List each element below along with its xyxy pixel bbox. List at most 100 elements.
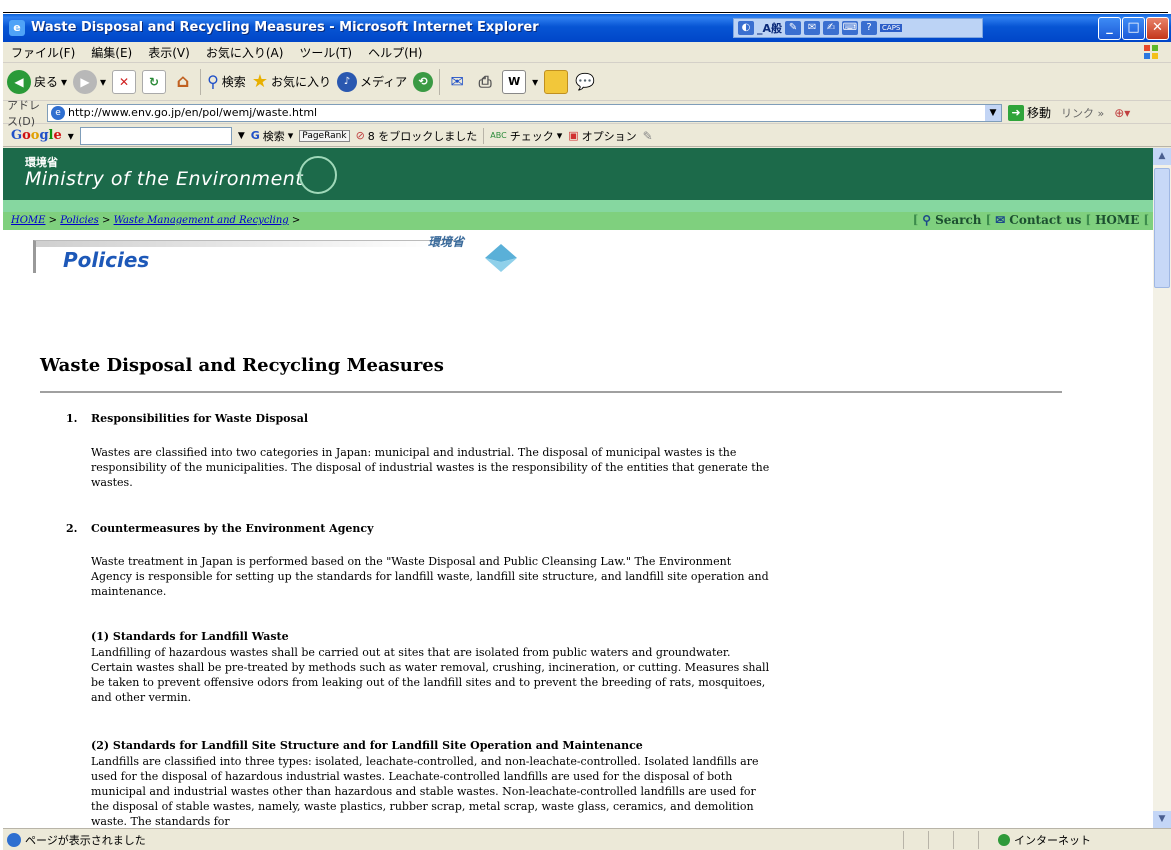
links-button[interactable]: リンク »	[1061, 105, 1104, 121]
section-1-paragraph: Wastes are classified into two categorie…	[91, 446, 770, 489]
security-zone: インターネット	[998, 832, 1091, 848]
window-title: Waste Disposal and Recycling Measures - …	[31, 20, 539, 35]
vertical-scrollbar[interactable]: ▲ ▼	[1153, 148, 1171, 828]
ministry-seal-text: 環境省	[428, 235, 465, 249]
google-logo[interactable]: Google	[11, 128, 62, 143]
edit-word-icon[interactable]: W	[502, 69, 527, 94]
highlighter-icon[interactable]: ✎	[643, 129, 653, 143]
internet-zone-icon	[998, 834, 1010, 846]
options-button[interactable]: ▣ オプション	[568, 128, 636, 144]
nav-bracket: [	[1085, 213, 1092, 227]
document-header-strip	[0, 0, 1171, 14]
scroll-down-icon[interactable]: ▼	[1153, 811, 1171, 828]
search-button[interactable]: ⚲ 検索	[207, 72, 246, 91]
subsection-2-title: (2) Standards for Landfill Site Structur…	[91, 739, 643, 752]
spell-check-label: チェック	[509, 129, 554, 143]
status-bar: ページが表示されました インターネット	[3, 828, 1171, 850]
messenger-icon[interactable]: 💬	[574, 71, 596, 93]
ime-keyboard-icon[interactable]: ⌨	[842, 21, 859, 35]
options-label: オプション	[581, 129, 637, 143]
status-divider	[903, 831, 904, 849]
page-loaded-icon	[7, 832, 21, 847]
stop-icon[interactable]: ✕	[112, 69, 137, 94]
nav-home[interactable]: HOME	[1095, 213, 1139, 227]
forward-arrow-icon: ▶	[73, 69, 98, 94]
google-search-dropdown-icon[interactable]: ▼	[238, 131, 245, 141]
google-search-button[interactable]: G 検索 ▾	[251, 128, 294, 144]
section-label: Policies	[63, 248, 150, 272]
section-2-paragraph: Waste treatment in Japan is performed ba…	[91, 555, 769, 598]
status-divider	[978, 831, 979, 849]
ime-handwriting-icon[interactable]: ✍	[823, 21, 840, 35]
ime-dictionary-icon[interactable]: ✉	[804, 21, 821, 35]
spell-check-dropdown-icon[interactable]: ▾	[557, 129, 563, 142]
discuss-icon[interactable]	[544, 69, 569, 94]
close-button[interactable]: ✕	[1146, 17, 1169, 40]
section-1-number: 1.	[66, 412, 78, 425]
subsection-1-paragraph: Landfilling of hazardous wastes shall be…	[91, 646, 770, 704]
header-rule	[3, 12, 1168, 13]
media-icon: ♪	[336, 71, 357, 92]
media-label: メディア	[359, 75, 408, 89]
maximize-button[interactable]: □	[1122, 17, 1145, 40]
pagerank-indicator[interactable]: PageRank	[299, 129, 350, 142]
nav-contact[interactable]: Contact us	[1009, 213, 1081, 227]
ime-language-bar[interactable]: ◐ _A般 ✎ ✉ ✍ ⌨ ? CAPS	[733, 18, 983, 38]
mail-icon[interactable]: ✉	[446, 71, 468, 93]
translate-icon[interactable]: ⊕▾	[1114, 106, 1130, 120]
popup-blocker[interactable]: ⊘ 8 をブロックしました	[356, 128, 478, 144]
spell-check-button[interactable]: ABC チェック ▾	[490, 128, 562, 144]
edit-dropdown-icon[interactable]: ▾	[532, 75, 538, 89]
forward-dropdown-icon[interactable]: ▾	[100, 75, 106, 89]
ime-mode[interactable]: _A般	[757, 20, 782, 36]
scroll-thumb[interactable]	[1154, 168, 1170, 288]
back-button[interactable]: ◀ 戻る ▾	[7, 69, 67, 94]
menu-view[interactable]: 表示(V)	[140, 44, 198, 61]
breadcrumb: HOME > Policies > Waste Management and R…	[11, 215, 301, 226]
scroll-up-icon[interactable]: ▲	[1153, 148, 1171, 165]
leaf-emblem-icon	[299, 156, 337, 194]
address-input[interactable]: e http://www.env.go.jp/en/pol/wemj/waste…	[47, 103, 1002, 122]
subsection-1-title: (1) Standards for Landfill Waste	[91, 630, 289, 643]
ime-help-icon[interactable]: ?	[861, 21, 878, 35]
menu-help[interactable]: ヘルプ(H)	[360, 44, 430, 61]
google-search-input[interactable]	[79, 126, 232, 145]
toolbar-separator	[483, 127, 485, 144]
caps-indicator: CAPS	[880, 24, 903, 32]
search-icon: ⚲	[207, 72, 219, 91]
address-label: アドレス(D)	[7, 98, 40, 128]
breadcrumb-home[interactable]: HOME	[11, 215, 45, 226]
options-icon: ▣	[568, 129, 579, 142]
envelope-icon: ✉	[995, 213, 1006, 227]
go-button[interactable]: ➜ 移動	[1008, 104, 1051, 121]
favorites-button[interactable]: ★ お気に入り	[252, 71, 331, 92]
page-viewport: 環境省 Ministry of the Environment HOME > P…	[3, 148, 1153, 828]
status-divider	[928, 831, 929, 849]
star-icon: ★	[251, 71, 268, 92]
refresh-icon[interactable]: ↻	[142, 69, 167, 94]
breadcrumb-policies[interactable]: Policies	[60, 215, 99, 226]
breadcrumb-waste[interactable]: Waste Management and Recycling	[114, 215, 289, 226]
ie-window: e Waste Disposal and Recycling Measures …	[3, 14, 1171, 850]
menu-edit[interactable]: 編集(E)	[83, 44, 140, 61]
home-icon[interactable]: ⌂	[172, 71, 194, 93]
google-search-menu-icon[interactable]: ▾	[288, 129, 294, 142]
media-button[interactable]: ♪ メディア	[336, 71, 408, 92]
print-icon[interactable]: ⎙	[474, 71, 496, 93]
google-menu-icon[interactable]: ▾	[68, 129, 74, 143]
popup-blocker-label: 8 をブロックしました	[367, 129, 478, 143]
search-label: 検索	[221, 75, 246, 89]
section-1-title: Responsibilities for Waste Disposal	[91, 412, 308, 425]
ime-toggle-icon[interactable]: ◐	[738, 21, 754, 35]
address-dropdown-icon[interactable]: ▼	[985, 104, 1001, 121]
menu-tools[interactable]: ツール(T)	[291, 44, 360, 61]
minimize-button[interactable]: _	[1098, 17, 1121, 40]
forward-button[interactable]: ▶ ▾	[73, 69, 106, 94]
history-icon[interactable]: ⟲	[413, 71, 434, 92]
url-text[interactable]: http://www.env.go.jp/en/pol/wemj/waste.h…	[68, 106, 317, 119]
back-dropdown-icon[interactable]: ▾	[61, 75, 67, 89]
menu-favorites[interactable]: お気に入り(A)	[198, 44, 292, 61]
menu-file[interactable]: ファイル(F)	[3, 44, 83, 61]
nav-search[interactable]: Search	[935, 213, 981, 227]
ime-pad-icon[interactable]: ✎	[785, 21, 802, 35]
